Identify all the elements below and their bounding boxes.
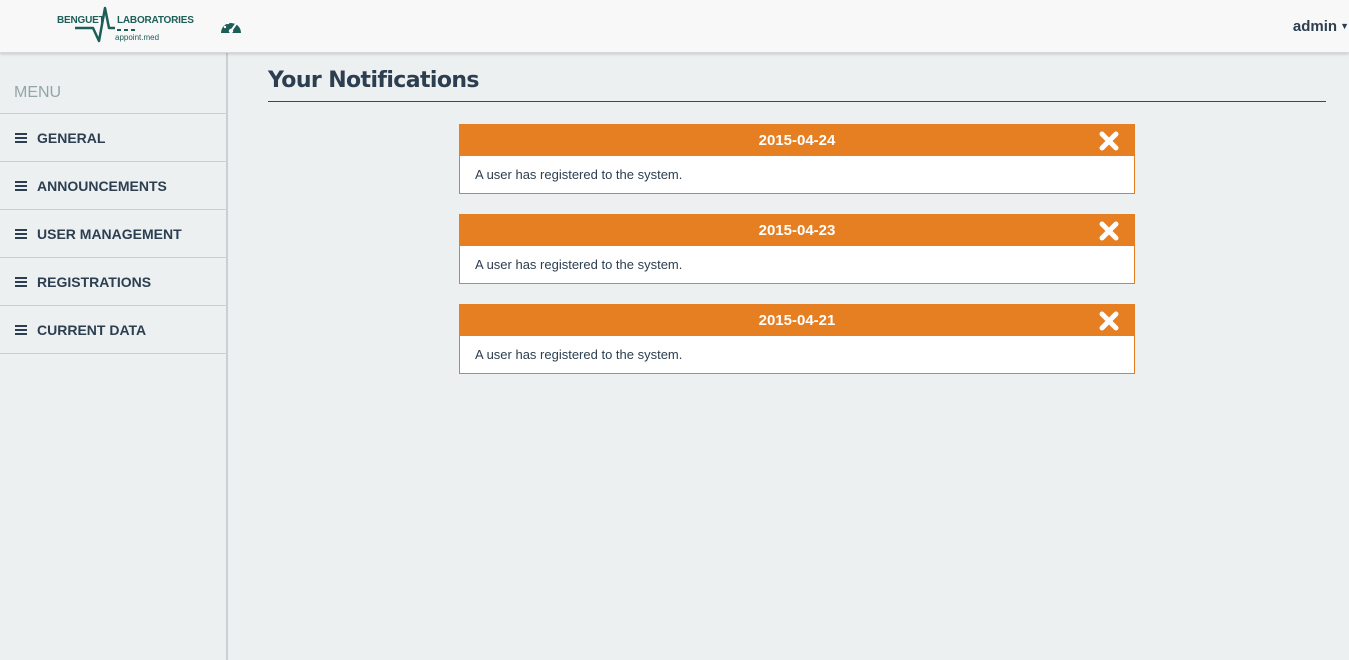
main-content: Your Notifications 2015-04-24 A user has… (268, 53, 1326, 374)
hamburger-icon (15, 132, 27, 143)
sidebar-item-label: REGISTRATIONS (37, 273, 152, 290)
sidebar-item-label: USER MANAGEMENT (37, 225, 182, 242)
top-navbar: BENGUET LABORATORIES appoint.med admin ▼ (0, 0, 1349, 53)
notification-date: 2015-04-23 (758, 222, 836, 239)
brand-subtitle: appoint.med (115, 33, 160, 42)
hamburger-icon (15, 180, 27, 191)
notification-card: 2015-04-23 A user has registered to the … (459, 214, 1135, 284)
brand-word-1: BENGUET (57, 15, 105, 26)
close-x-icon[interactable] (1098, 220, 1120, 242)
notification-message: A user has registered to the system. (475, 257, 683, 272)
brand-logo[interactable]: BENGUET LABORATORIES appoint.med (55, 6, 195, 48)
hamburger-icon (15, 228, 27, 239)
sidebar: MENU GENERAL ANNOUNCEMENTS USER MANAGEME… (0, 53, 228, 660)
sidebar-item-current-data[interactable]: CURRENT DATA (0, 306, 226, 354)
close-x-icon[interactable] (1098, 310, 1120, 332)
caret-down-icon: ▼ (1340, 21, 1349, 31)
notification-list: 2015-04-24 A user has registered to the … (459, 124, 1135, 394)
notification-header: 2015-04-21 (460, 305, 1134, 336)
sidebar-item-announcements[interactable]: ANNOUNCEMENTS (0, 162, 226, 210)
notification-date: 2015-04-24 (758, 132, 836, 149)
notification-card: 2015-04-21 A user has registered to the … (459, 304, 1135, 374)
hamburger-icon (15, 276, 27, 287)
notification-message: A user has registered to the system. (475, 167, 683, 182)
sidebar-item-registrations[interactable]: REGISTRATIONS (0, 258, 226, 306)
close-x-icon[interactable] (1098, 130, 1120, 152)
notification-message: A user has registered to the system. (475, 347, 683, 362)
sidebar-title: MENU (0, 53, 226, 114)
notification-header: 2015-04-24 (460, 125, 1134, 156)
user-menu-dropdown[interactable]: admin ▼ (1293, 16, 1349, 36)
notification-header: 2015-04-23 (460, 215, 1134, 246)
user-name: admin (1292, 17, 1338, 35)
sidebar-item-label: CURRENT DATA (37, 321, 147, 338)
hamburger-icon (15, 324, 27, 335)
brand-word-2: LABORATORIES (117, 15, 194, 26)
sidebar-item-label: ANNOUNCEMENTS (37, 177, 167, 194)
sidebar-item-general[interactable]: GENERAL (0, 114, 226, 162)
sidebar-item-label: GENERAL (37, 129, 106, 146)
notification-card: 2015-04-24 A user has registered to the … (459, 124, 1135, 194)
page-title: Your Notifications (268, 68, 1326, 102)
notification-date: 2015-04-21 (758, 312, 836, 329)
sidebar-item-user-management[interactable]: USER MANAGEMENT (0, 210, 226, 258)
speedometer-icon[interactable] (219, 16, 243, 36)
